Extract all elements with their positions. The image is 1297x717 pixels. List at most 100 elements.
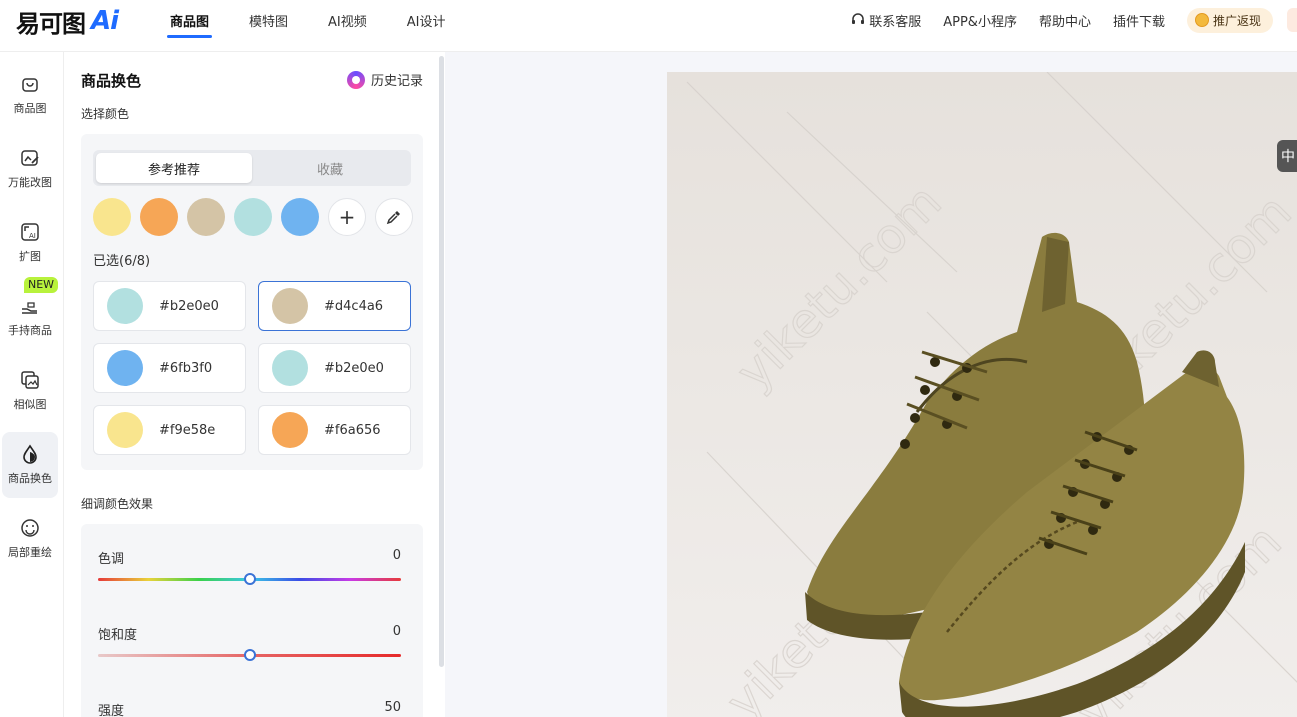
new-badge: NEW	[24, 277, 59, 293]
similar-image-icon	[21, 371, 39, 389]
promo-button[interactable]: 推广返现	[1186, 7, 1273, 33]
swatch-row: +	[93, 198, 413, 236]
color-swatch[interactable]	[93, 198, 131, 236]
watermark-text: yiketu.com	[726, 174, 953, 401]
service-label: 联系客服	[869, 14, 922, 30]
color-dot	[272, 412, 308, 448]
tool-sidebar: 商品图 万能改图 AI 扩图 手持商品 相似图 商品换色 局部重绘	[0, 52, 64, 717]
sidebar-item-similar[interactable]: 相似图	[2, 358, 58, 424]
color-dot	[272, 288, 308, 324]
expand-ai-icon: AI	[21, 223, 39, 241]
recolor-panel: 商品换色 历史记录 选择颜色 参考推荐 收藏 + 已选(6/8) #b2e0e0	[65, 52, 445, 717]
promo-side-stub	[1287, 8, 1297, 32]
tab-ai-video[interactable]: AI视频	[308, 0, 387, 40]
adjust-box: 色调 0 饱和度 0 强度 50	[81, 524, 423, 717]
selected-color-chip[interactable]: #b2e0e0	[93, 281, 246, 331]
selected-color-chip[interactable]: #b2e0e0	[258, 343, 411, 393]
help-label: 帮助中心	[1038, 14, 1091, 30]
top-bar: 易可图 Ai 商品图 模特图 AI视频 AI设计 联系客服 APP&小程序 帮助…	[0, 0, 1297, 52]
plugin-link[interactable]: 插件下载	[1113, 11, 1165, 30]
shoe-image: yiketu.com yiketu.com yiketu.com yiketu.…	[686, 72, 1297, 717]
history-label: 历史记录	[370, 74, 423, 89]
logo[interactable]: 易可图 Ai	[16, 6, 119, 38]
svg-text:AI: AI	[29, 232, 36, 240]
color-dot	[107, 412, 143, 448]
tab-ai-design[interactable]: AI设计	[387, 0, 466, 40]
tab-label: 模特图	[249, 14, 289, 30]
slider-value: 0	[392, 548, 401, 563]
panel-scrollbar[interactable]	[439, 56, 444, 667]
sidebar-item-hand-hold[interactable]: 手持商品	[2, 284, 58, 350]
canvas-area: yiketu.com yiketu.com yiketu.com yiketu.…	[445, 52, 1297, 717]
plus-icon: +	[338, 205, 356, 229]
sidebar-item-label: 万能改图	[8, 176, 52, 189]
history-button[interactable]: 历史记录	[346, 70, 423, 89]
tab-label: 收藏	[316, 162, 343, 178]
intensity-slider-row: 强度 50	[98, 700, 401, 717]
logo-text: 易可图	[16, 9, 86, 38]
color-drop-icon	[23, 444, 37, 464]
hue-slider-row: 色调 0	[98, 548, 401, 585]
smile-face-icon	[21, 519, 39, 537]
tab-model-image[interactable]: 模特图	[229, 0, 308, 40]
hand-hold-icon	[22, 302, 37, 314]
slider-label: 饱和度	[98, 628, 138, 643]
sidebar-item-repaint[interactable]: 局部重绘	[2, 506, 58, 572]
color-hex-label: #f9e58e	[159, 422, 216, 438]
logo-ai: Ai	[91, 6, 119, 36]
saturation-slider-handle[interactable]	[243, 649, 256, 661]
selected-color-chip[interactable]: #f6a656	[258, 405, 411, 455]
zoom-control[interactable]: 中	[1277, 140, 1297, 172]
coin-icon	[1194, 13, 1209, 27]
eyedropper-icon	[386, 211, 400, 225]
slider-value: 0	[392, 624, 401, 639]
sidebar-item-label: 局部重绘	[8, 546, 52, 559]
app-label: APP&小程序	[943, 14, 1017, 30]
promo-label: 推广返现	[1212, 13, 1261, 28]
selected-color-chip[interactable]: #d4c4a6	[258, 281, 411, 331]
bag-icon	[22, 78, 38, 92]
sidebar-item-label: 商品图	[13, 102, 47, 115]
selected-color-chip[interactable]: #f9e58e	[93, 405, 246, 455]
sidebar-item-edit-image[interactable]: 万能改图	[2, 136, 58, 202]
add-color-button[interactable]: +	[328, 198, 366, 236]
color-hex-label: #6fb3f0	[159, 360, 213, 376]
zoom-label: 中	[1281, 149, 1295, 165]
tab-recommended[interactable]: 参考推荐	[96, 153, 252, 183]
color-swatch[interactable]	[281, 198, 319, 236]
tab-label: AI视频	[328, 14, 367, 30]
selected-color-chip[interactable]: #6fb3f0	[93, 343, 246, 393]
service-link[interactable]: 联系客服	[851, 11, 921, 30]
help-link[interactable]: 帮助中心	[1039, 11, 1091, 30]
color-dot	[107, 288, 143, 324]
color-hex-label: #d4c4a6	[324, 298, 384, 314]
color-dot	[272, 350, 308, 386]
sidebar-item-label: 扩图	[19, 250, 41, 263]
color-selection-box: 参考推荐 收藏 + 已选(6/8) #b2e0e0 #d4c4a6 #6fb3f…	[81, 134, 423, 470]
tab-label: 商品图	[170, 14, 210, 30]
selected-count-label: 已选(6/8)	[93, 254, 151, 269]
hue-slider-handle[interactable]	[243, 573, 256, 585]
product-photo[interactable]: yiketu.com yiketu.com yiketu.com yiketu.…	[667, 72, 1297, 717]
main-nav: 商品图 模特图 AI视频 AI设计	[150, 0, 466, 52]
slider-label: 色调	[98, 552, 125, 567]
tab-favorites[interactable]: 收藏	[252, 153, 408, 183]
tab-label: AI设计	[406, 14, 446, 30]
history-clock-icon	[346, 70, 365, 89]
panel-title: 商品换色	[81, 72, 142, 90]
headset-icon	[852, 13, 865, 24]
plugin-label: 插件下载	[1112, 14, 1165, 30]
color-swatch[interactable]	[187, 198, 225, 236]
app-link[interactable]: APP&小程序	[943, 11, 1017, 30]
sidebar-item-expand[interactable]: AI 扩图	[2, 210, 58, 276]
sidebar-item-recolor[interactable]: 商品换色	[2, 432, 58, 498]
sidebar-item-product-image[interactable]: 商品图	[2, 62, 58, 128]
color-swatch[interactable]	[140, 198, 178, 236]
select-color-label: 选择颜色	[81, 107, 130, 121]
slider-value: 50	[384, 700, 401, 715]
eyedropper-button[interactable]	[375, 198, 413, 236]
edit-image-icon	[21, 150, 39, 166]
color-swatch[interactable]	[234, 198, 272, 236]
tab-product-image[interactable]: 商品图	[150, 0, 229, 40]
color-hex-label: #b2e0e0	[159, 298, 219, 314]
